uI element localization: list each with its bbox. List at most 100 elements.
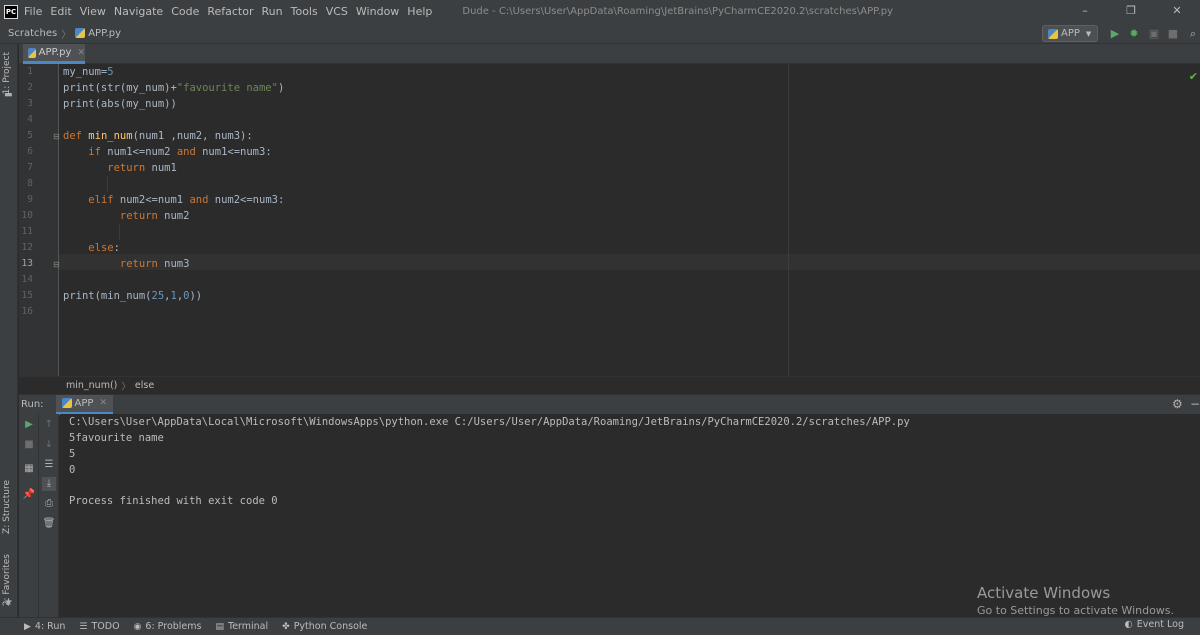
menu-help[interactable]: Help	[407, 5, 432, 18]
code-editor[interactable]: 1 2 3 4 5 6 7 8 9 10 11 12 13 14 15 16 ⊟…	[19, 64, 1200, 376]
run-icon: ▶	[24, 621, 31, 632]
code-line-10: return num2	[119, 210, 190, 222]
indent-guide	[119, 224, 120, 240]
todo-tool-button[interactable]: ☰ TODO	[79, 621, 119, 632]
menu-tools[interactable]: Tools	[291, 5, 318, 18]
event-log-icon: ◐	[1124, 619, 1133, 630]
line-number: 16	[21, 306, 33, 317]
python-file-icon	[28, 47, 36, 58]
search-icon[interactable]: ⌕	[1186, 27, 1200, 41]
breadcrumb-function[interactable]: min_num()	[66, 380, 117, 391]
line-number: 14	[21, 274, 33, 285]
menu-vcs[interactable]: VCS	[326, 5, 348, 18]
minimize-button[interactable]: –	[1062, 0, 1108, 23]
python-icon	[1048, 28, 1058, 39]
run-toolbar-secondary: ↑ ↓ ☰ ⤓ ⎙ 🗑	[39, 414, 59, 617]
line-number: 15	[21, 290, 33, 301]
navigation-bar: Scratches 〉 APP.py APP ▼ ▶ ✹ ▣ ■ ⌕	[0, 23, 1200, 44]
line-number: 5	[27, 130, 33, 141]
run-tool-button[interactable]: ▶ 4: Run	[24, 621, 65, 632]
status-bar: ▶ 4: Run ☰ TODO ◉ 6: Problems ▤ Terminal…	[0, 617, 1200, 635]
hide-panel-icon[interactable]: −	[1190, 397, 1200, 411]
line-number-gutter: 1 2 3 4 5 6 7 8 9 10 11 12 13 14 15 16 ⊟…	[19, 64, 60, 376]
python-console-icon: ✤	[282, 621, 290, 632]
line-number: 11	[21, 226, 33, 237]
python-icon	[61, 398, 72, 408]
menu-view[interactable]: View	[80, 5, 106, 18]
run-configuration-select[interactable]: APP ▼	[1042, 25, 1098, 42]
gear-icon[interactable]: ⚙	[1172, 397, 1183, 411]
run-panel-label: Run:	[21, 399, 44, 410]
inspection-ok-icon[interactable]: ✔	[1189, 70, 1198, 83]
menu-navigate[interactable]: Navigate	[114, 5, 163, 18]
print-icon[interactable]: ⎙	[42, 497, 56, 511]
python-file-icon	[75, 28, 86, 38]
layout-icon[interactable]: ▦	[22, 462, 36, 476]
terminal-tool-label: Terminal	[228, 621, 269, 632]
menu-run[interactable]: Run	[262, 5, 283, 18]
code-line-9: elif num2<=num1 and num2<=num3:	[88, 194, 285, 206]
scroll-to-end-icon[interactable]: ⤓	[42, 477, 56, 491]
line-number: 8	[27, 178, 33, 189]
menu-code[interactable]: Code	[171, 5, 199, 18]
rerun-icon[interactable]: ▶	[22, 418, 36, 432]
console-line: 5	[69, 448, 76, 460]
window-controls: – ❐ ✕	[1062, 0, 1200, 23]
code-line-15: print(min_num(25,1,0))	[63, 290, 203, 302]
run-toolbar-primary: ▶ ■ ▦ 📌	[19, 414, 39, 617]
arrow-down-icon[interactable]: ↓	[42, 438, 56, 452]
coverage-icon[interactable]: ▣	[1147, 27, 1161, 41]
activation-watermark-title: Activate Windows	[977, 584, 1111, 602]
stop-icon[interactable]: ■	[1166, 27, 1180, 41]
close-tab-icon[interactable]: ✕	[99, 398, 107, 408]
run-icon[interactable]: ▶	[1108, 27, 1122, 41]
arrow-up-icon[interactable]: ↑	[42, 418, 56, 432]
structure-tool-tab[interactable]: Z: Structure	[2, 480, 12, 534]
title-bar: PC File Edit View Navigate Code Refactor…	[0, 0, 1200, 23]
line-number: 10	[21, 210, 33, 221]
python-console-tool-button[interactable]: ✤ Python Console	[282, 621, 367, 632]
line-number: 7	[27, 162, 33, 173]
problems-tool-button[interactable]: ◉ 6: Problems	[134, 621, 202, 632]
problems-tool-label: 6: Problems	[145, 621, 202, 632]
menu-refactor[interactable]: Refactor	[207, 5, 253, 18]
pin-icon[interactable]: 📌	[22, 488, 36, 502]
debug-icon[interactable]: ✹	[1127, 27, 1141, 41]
indent-guide	[107, 176, 108, 192]
project-tool-tab[interactable]: 1: Project	[2, 52, 12, 94]
code-line-6: if num1<=num2 and num1<=num3:	[88, 146, 272, 158]
event-log-button[interactable]: ◐ Event Log	[1125, 619, 1185, 630]
activation-watermark-subtitle: Go to Settings to activate Windows.	[977, 604, 1175, 617]
stop-icon[interactable]: ■	[22, 438, 36, 452]
code-line-1: my_num=5	[63, 66, 114, 78]
console-line: Process finished with exit code 0	[69, 495, 278, 507]
menu-file[interactable]: File	[24, 5, 42, 18]
run-tab-label: APP	[74, 397, 94, 409]
editor-breadcrumb: min_num() 〉 else	[19, 376, 1200, 394]
line-number: 6	[27, 146, 33, 157]
breadcrumb-file[interactable]: APP.py	[88, 28, 121, 39]
close-tab-icon[interactable]: ✕	[77, 48, 85, 58]
menu-window[interactable]: Window	[356, 5, 399, 18]
pycharm-logo-icon: PC	[4, 4, 18, 19]
trash-icon[interactable]: 🗑	[42, 517, 56, 531]
editor-tab-app[interactable]: APP.py ✕	[23, 44, 85, 64]
code-line-2: print(str(my_num)+"favourite name")	[63, 82, 285, 94]
restore-button[interactable]: ❐	[1108, 0, 1154, 23]
console-line: 0	[69, 464, 76, 476]
breadcrumb-scratches[interactable]: Scratches	[8, 28, 57, 39]
breadcrumb-separator-icon: 〉	[121, 381, 131, 393]
line-number: 3	[27, 98, 33, 109]
folder-icon: ▬	[4, 90, 13, 100]
fold-marker-icon[interactable]: ⊟	[53, 132, 60, 141]
terminal-tool-button[interactable]: ▤ Terminal	[215, 621, 268, 632]
code-line-12: else:	[88, 242, 120, 254]
fold-marker-icon[interactable]: ⊟	[53, 260, 60, 269]
soft-wrap-icon[interactable]: ☰	[42, 458, 56, 472]
run-configuration-label: APP	[1061, 28, 1080, 39]
breadcrumb-else[interactable]: else	[135, 380, 154, 391]
close-button[interactable]: ✕	[1154, 0, 1200, 23]
code-line-13: return num3	[119, 258, 190, 270]
run-tab-app[interactable]: APP ✕	[55, 394, 113, 415]
menu-edit[interactable]: Edit	[50, 5, 71, 18]
